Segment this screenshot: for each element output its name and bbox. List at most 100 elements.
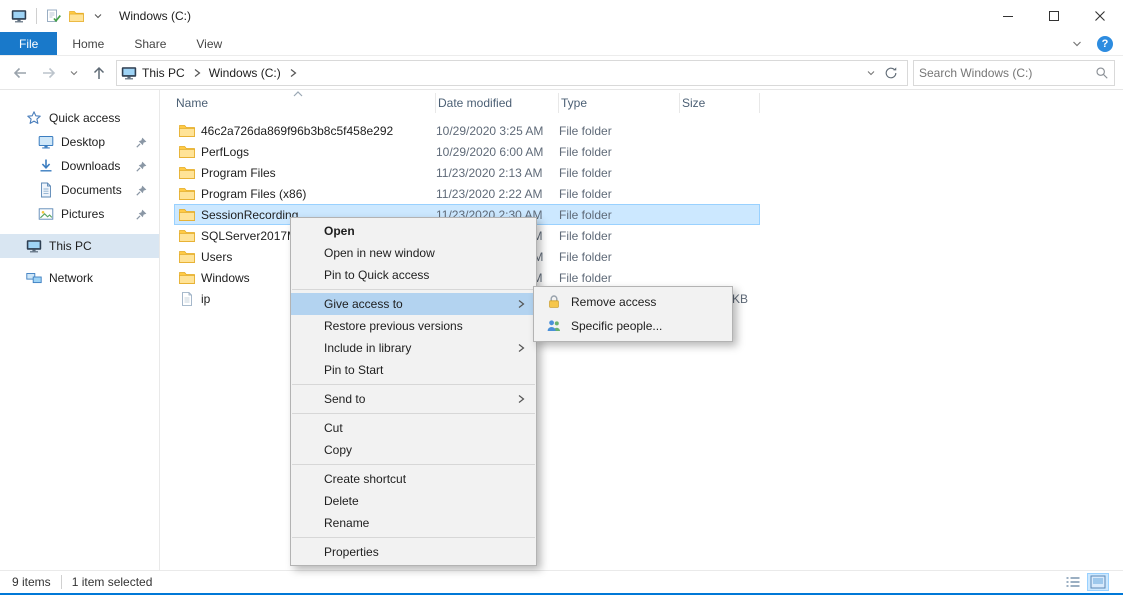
qat-divider bbox=[36, 8, 37, 24]
submenu-item-label: Specific people... bbox=[571, 319, 662, 333]
status-divider bbox=[61, 575, 62, 589]
file-name: ip bbox=[201, 292, 210, 306]
window-title: Windows (C:) bbox=[119, 9, 191, 23]
downloads-icon bbox=[38, 158, 54, 174]
context-menu-item-restore-previous-versions[interactable]: Restore previous versions bbox=[291, 315, 536, 337]
menu-item-label: Open in new window bbox=[324, 246, 435, 260]
menu-item-label: Open bbox=[324, 224, 355, 238]
sidebar-item-downloads[interactable]: Downloads bbox=[0, 154, 159, 178]
menu-item-label: Cut bbox=[324, 421, 343, 435]
menu-separator bbox=[292, 384, 535, 385]
breadcrumb-item-this-pc[interactable]: This PC bbox=[137, 66, 190, 80]
context-menu-item-copy[interactable]: Copy bbox=[291, 439, 536, 461]
context-menu-item-send-to[interactable]: Send to bbox=[291, 388, 536, 410]
documents-icon bbox=[38, 182, 54, 198]
ribbon-expand-icon[interactable] bbox=[1071, 38, 1083, 50]
file-icon bbox=[179, 291, 195, 307]
tab-view[interactable]: View bbox=[181, 32, 237, 55]
forward-button[interactable] bbox=[37, 61, 61, 85]
context-menu-item-pin-to-start[interactable]: Pin to Start bbox=[291, 359, 536, 381]
submenu-item-remove-access[interactable]: Remove access bbox=[534, 290, 732, 314]
context-menu-item-rename[interactable]: Rename bbox=[291, 512, 536, 534]
file-row-program-files-x86[interactable]: Program Files (x86)11/23/2020 2:22 AMFil… bbox=[174, 183, 760, 204]
sidebar-item-pictures[interactable]: Pictures bbox=[0, 202, 159, 226]
breadcrumb-item-windows-c[interactable]: Windows (C:) bbox=[204, 66, 286, 80]
view-toggle-buttons bbox=[1062, 573, 1111, 591]
address-bar[interactable]: This PC Windows (C:) bbox=[116, 60, 908, 86]
pin-icon bbox=[133, 134, 149, 150]
file-name: 46c2a726da869f96b3b8c5f458e292 bbox=[201, 124, 393, 138]
submenu-item-specific-people[interactable]: Specific people... bbox=[534, 314, 732, 338]
close-button[interactable] bbox=[1077, 0, 1123, 32]
sidebar-item-label: Network bbox=[49, 271, 93, 285]
sort-ascending-icon bbox=[292, 90, 304, 98]
tab-home[interactable]: Home bbox=[57, 32, 119, 55]
location-icon bbox=[121, 65, 137, 81]
help-button[interactable]: ? bbox=[1097, 36, 1113, 52]
submenu-arrow-icon bbox=[516, 299, 526, 309]
maximize-button[interactable] bbox=[1031, 0, 1077, 32]
titlebar: Windows (C:) bbox=[0, 0, 1123, 32]
file-row-46c2a726da869f96b3b8c5f458e292[interactable]: 46c2a726da869f96b3b8c5f458e292 10/29/2020… bbox=[174, 120, 760, 141]
tab-file[interactable]: File bbox=[0, 32, 57, 55]
ribbon-tabs: FileHomeShareView bbox=[0, 32, 237, 55]
sidebar-item-documents[interactable]: Documents bbox=[0, 178, 159, 202]
folder-icon bbox=[179, 207, 195, 223]
file-date-modified: 10/29/2020 3:25 AM bbox=[436, 124, 559, 138]
navigation-bar: This PC Windows (C:) bbox=[0, 56, 1123, 90]
give-access-submenu: Remove access Specific people... bbox=[533, 286, 733, 342]
context-menu-item-create-shortcut[interactable]: Create shortcut bbox=[291, 468, 536, 490]
context-menu-item-give-access-to[interactable]: Give access to bbox=[291, 293, 536, 315]
menu-separator bbox=[292, 464, 535, 465]
menu-item-label: Send to bbox=[324, 392, 365, 406]
status-bar: 9 items 1 item selected bbox=[0, 570, 1123, 593]
context-menu-item-properties[interactable]: Properties bbox=[291, 541, 536, 563]
file-row-program-files[interactable]: Program Files11/23/2020 2:13 AMFile fold… bbox=[174, 162, 760, 183]
details-view-button[interactable] bbox=[1062, 573, 1084, 591]
column-header-date-modified[interactable]: Date modified bbox=[436, 93, 559, 113]
up-button[interactable] bbox=[87, 61, 111, 85]
properties-icon[interactable] bbox=[43, 5, 65, 27]
breadcrumb: This PC Windows (C:) bbox=[137, 66, 300, 80]
recent-locations-dropdown-icon[interactable] bbox=[66, 61, 82, 85]
search-icon[interactable] bbox=[1095, 66, 1109, 80]
star-icon bbox=[26, 110, 42, 126]
back-button[interactable] bbox=[8, 61, 32, 85]
folder-icon bbox=[179, 186, 195, 202]
file-row-perflogs[interactable]: PerfLogs10/29/2020 6:00 AMFile folder bbox=[174, 141, 760, 162]
sidebar-item-quick-access[interactable]: Quick access bbox=[0, 106, 159, 130]
pictures-icon bbox=[38, 206, 54, 222]
menu-separator bbox=[292, 289, 535, 290]
qat-dropdown-icon[interactable] bbox=[87, 5, 109, 27]
tab-share[interactable]: Share bbox=[119, 32, 181, 55]
context-menu-item-delete[interactable]: Delete bbox=[291, 490, 536, 512]
context-menu-item-include-in-library[interactable]: Include in library bbox=[291, 337, 536, 359]
breadcrumb-chevron-icon[interactable] bbox=[286, 68, 300, 78]
menu-item-label: Pin to Start bbox=[324, 363, 383, 377]
sidebar-item-desktop[interactable]: Desktop bbox=[0, 130, 159, 154]
breadcrumb-chevron-icon[interactable] bbox=[190, 68, 204, 78]
menu-item-label: Rename bbox=[324, 516, 369, 530]
search-input[interactable] bbox=[919, 66, 1095, 80]
menu-separator bbox=[292, 537, 535, 538]
large-icons-view-button[interactable] bbox=[1087, 573, 1109, 591]
file-date-modified: 11/23/2020 2:22 AM bbox=[436, 187, 559, 201]
refresh-button[interactable] bbox=[879, 61, 903, 85]
context-menu-item-pin-to-quick-access[interactable]: Pin to Quick access bbox=[291, 264, 536, 286]
context-menu-item-cut[interactable]: Cut bbox=[291, 417, 536, 439]
new-folder-icon[interactable] bbox=[65, 5, 87, 27]
file-name: Users bbox=[201, 250, 232, 264]
address-dropdown-icon[interactable] bbox=[863, 61, 879, 85]
file-type: File folder bbox=[559, 187, 680, 201]
menu-item-label: Delete bbox=[324, 494, 359, 508]
context-menu-item-open-in-new-window[interactable]: Open in new window bbox=[291, 242, 536, 264]
sidebar-item-this-pc[interactable]: This PC bbox=[0, 234, 159, 258]
column-header-type[interactable]: Type bbox=[559, 93, 680, 113]
folder-icon bbox=[179, 270, 195, 286]
column-header-size[interactable]: Size bbox=[680, 93, 760, 113]
context-menu-item-open[interactable]: Open bbox=[291, 220, 536, 242]
file-type: File folder bbox=[559, 229, 680, 243]
column-header-name[interactable]: Name bbox=[174, 93, 436, 113]
minimize-button[interactable] bbox=[985, 0, 1031, 32]
sidebar-item-network[interactable]: Network bbox=[0, 266, 159, 290]
